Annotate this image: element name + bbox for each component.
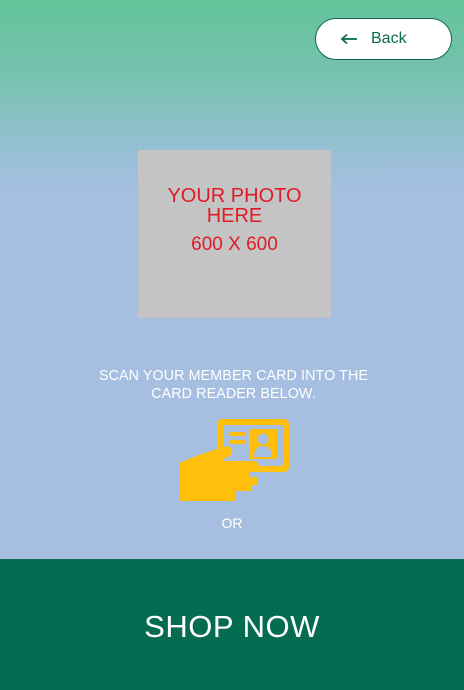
arrow-left-icon [340, 33, 357, 45]
member-card-scan-icon [179, 419, 289, 501]
shop-now-label: SHOP NOW [144, 608, 320, 644]
back-button-label: Back [371, 30, 407, 47]
photo-placeholder-size: 600 X 600 [191, 234, 278, 255]
photo-placeholder: YOUR PHOTO HERE 600 X 600 [138, 150, 331, 318]
scan-instructions: SCAN YOUR MEMBER CARD INTO THE CARD READ… [98, 368, 369, 402]
photo-placeholder-title: YOUR PHOTO HERE [167, 185, 302, 227]
kiosk-screen: Back YOUR PHOTO HERE 600 X 600 SCAN YOUR… [0, 0, 464, 690]
shop-now-button[interactable]: SHOP NOW [0, 559, 464, 690]
back-button[interactable]: Back [315, 18, 452, 60]
or-separator: OR [221, 515, 243, 531]
